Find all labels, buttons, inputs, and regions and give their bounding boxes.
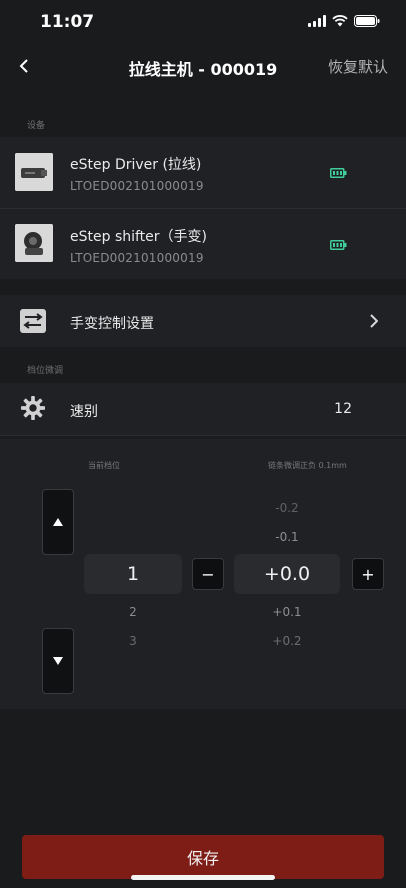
wifi-icon [332, 15, 348, 27]
triangle-down-icon [53, 657, 63, 665]
speed-row[interactable]: 速别 12 [0, 383, 406, 435]
tune-wheel-item: +0.2 [272, 634, 302, 648]
devices-section-label: 设备 [27, 121, 46, 131]
battery-icon [330, 168, 347, 178]
device-thumbnail [15, 224, 53, 262]
reset-default-button[interactable]: 恢复默认 [328, 56, 388, 77]
phone-battery-icon [354, 15, 380, 27]
divider [0, 435, 406, 436]
home-indicator [131, 875, 275, 880]
current-gear-header: 当前档位 [88, 461, 120, 470]
device-serial: LTOED002101000019 [70, 179, 204, 193]
speed-label: 速别 [70, 404, 98, 420]
gear-wheel-item: 3 [129, 634, 137, 648]
chevron-right-icon [370, 314, 378, 328]
nav-bar: 拉线主机 - 000019 恢复默认 [0, 46, 406, 88]
battery-icon [330, 240, 347, 250]
device-serial: LTOED002101000019 [70, 251, 204, 265]
tune-wheel-item: -0.1 [275, 530, 299, 544]
triangle-up-icon [53, 518, 63, 526]
signal-icon [308, 15, 326, 27]
gear-up-button[interactable] [42, 489, 74, 555]
gear-icon [21, 396, 45, 420]
tune-wheel-item: +0.1 [272, 605, 302, 619]
shift-control-settings-row[interactable]: 手变控制设置 [0, 295, 406, 347]
device-name: eStep Driver (拉线) [70, 157, 202, 173]
tune-wheel-item: -0.2 [275, 501, 299, 515]
tune-minus-button[interactable]: − [192, 558, 224, 590]
shift-control-settings-label: 手变控制设置 [70, 316, 154, 332]
device-thumbnail [15, 153, 53, 191]
current-gear-value[interactable]: 1 [84, 554, 182, 594]
tune-current-value[interactable]: +0.0 [234, 554, 340, 594]
speed-value: 12 [334, 401, 352, 417]
devices-panel: eStep Driver (拉线) LTOED002101000019 eSte… [0, 137, 406, 279]
tuning-section-label: 档位微调 [27, 366, 64, 376]
tune-plus-button[interactable]: + [352, 558, 384, 590]
tuning-panel: 当前档位 链条微调正负 0.1mm 1 2 3 − -0.2 -0.1 +0.0… [0, 439, 406, 709]
device-row-shifter[interactable]: eStep shifter（手变) LTOED002101000019 [0, 209, 406, 279]
gear-down-button[interactable] [42, 628, 74, 694]
status-icons [308, 15, 380, 27]
status-bar: 11:07 [0, 0, 406, 46]
status-time: 11:07 [40, 12, 95, 32]
gear-wheel-item: 2 [129, 605, 137, 619]
device-name: eStep shifter（手变) [70, 229, 207, 245]
sliders-icon [20, 309, 46, 333]
save-button[interactable]: 保存 [22, 835, 384, 879]
chain-tune-header: 链条微调正负 0.1mm [268, 461, 347, 470]
device-row-driver[interactable]: eStep Driver (拉线) LTOED002101000019 [0, 137, 406, 207]
